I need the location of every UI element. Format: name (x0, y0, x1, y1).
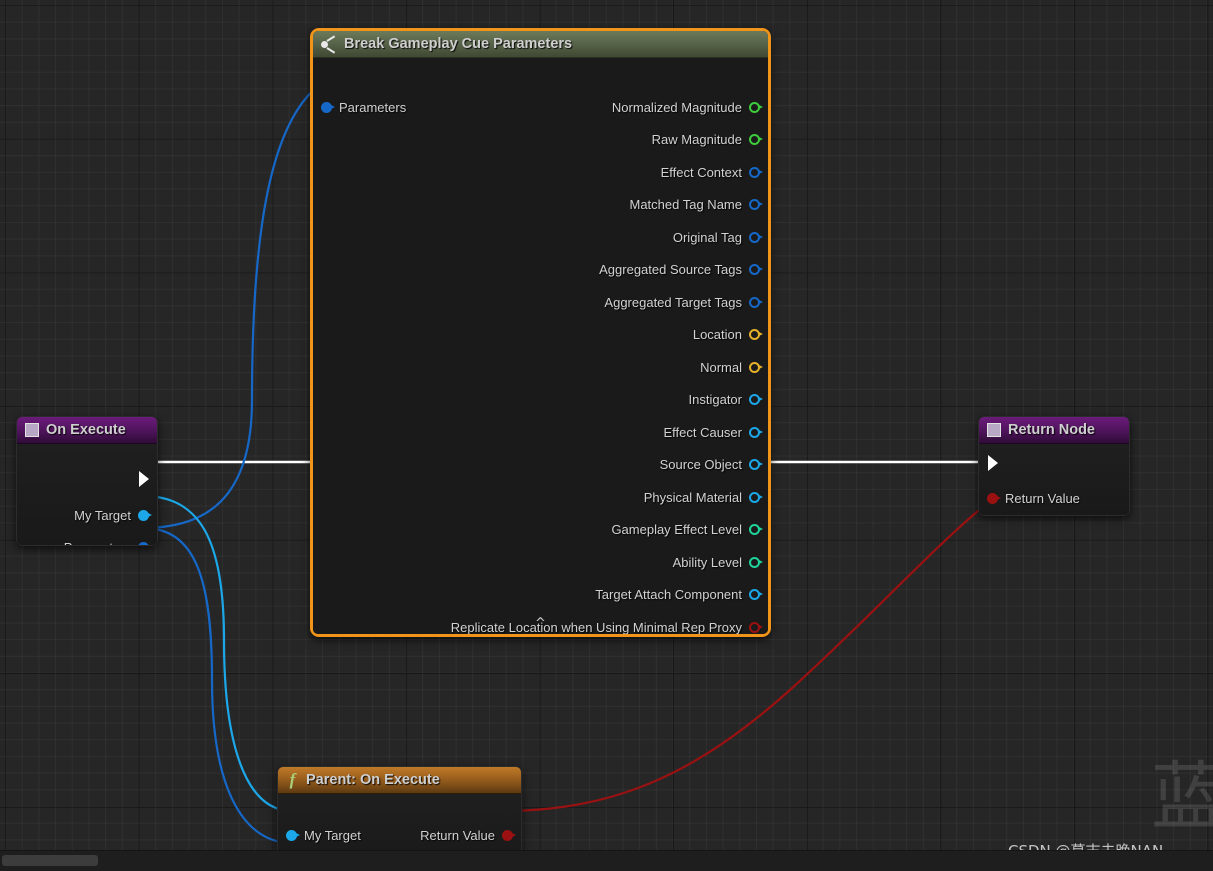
pin-row-aggregated-source-tags[interactable]: Aggregated Source Tags (599, 260, 763, 278)
pin-row-parameters-in[interactable]: Parameters (321, 98, 406, 116)
pin-object-parent-my-target[interactable] (286, 829, 300, 841)
wire-parameters-to-parent (142, 526, 293, 845)
pin-row-effect-context[interactable]: Effect Context (660, 163, 763, 181)
wire-my-target-to-parent (142, 494, 293, 813)
horizontal-scrollbar-track[interactable] (0, 850, 1213, 871)
node-header-on-execute[interactable]: On Execute (17, 417, 157, 444)
pin-label-effect-causer: Effect Causer (663, 424, 742, 440)
pin-object-target-attach-component[interactable] (749, 588, 763, 600)
pin-object-instigator[interactable] (749, 393, 763, 405)
node-header-parent[interactable]: f Parent: On Execute (278, 767, 521, 794)
pin-exec-input[interactable] (985, 455, 1000, 471)
pin-row-return-value-in[interactable]: Return Value (987, 489, 1080, 507)
pin-integer-gameplay-effect-level[interactable] (749, 523, 763, 535)
pin-row-instigator[interactable]: Instigator (688, 390, 763, 408)
node-header-return[interactable]: Return Node (979, 417, 1129, 444)
pin-vector-normal[interactable] (749, 361, 763, 373)
pin-struct-original-tag[interactable] (749, 231, 763, 243)
pin-row-raw-magnitude[interactable]: Raw Magnitude (651, 130, 763, 148)
pin-boolean-return-value[interactable] (987, 492, 1001, 504)
pin-row-aggregated-target-tags[interactable]: Aggregated Target Tags (604, 293, 763, 311)
pin-label-original-tag: Original Tag (672, 229, 742, 245)
pin-boolean-parent-return-value[interactable] (502, 829, 516, 841)
background-watermark: 蓝 (1151, 754, 1213, 840)
pin-row-target-attach-component[interactable]: Target Attach Component (595, 585, 763, 603)
pin-label-my-target: My Target (74, 507, 131, 523)
node-on-execute[interactable]: On Execute My Target Parameters (16, 416, 158, 546)
pin-label-parameters-out: Parameters (64, 540, 131, 546)
pin-row-gameplay-effect-level[interactable]: Gameplay Effect Level (611, 520, 763, 538)
pin-row-my-target[interactable]: My Target (74, 506, 152, 524)
node-return[interactable]: Return Node Return Value (978, 416, 1130, 516)
pin-struct-effect-context[interactable] (749, 166, 763, 178)
node-title-break: Break Gameplay Cue Parameters (344, 36, 573, 52)
pin-row-location[interactable]: Location (692, 325, 763, 343)
pin-struct-parameters[interactable] (321, 101, 335, 113)
pin-integer-ability-level[interactable] (749, 556, 763, 568)
pin-label-raw-magnitude: Raw Magnitude (651, 131, 742, 147)
node-body-return: Return Value (979, 444, 1129, 515)
pin-row-normal[interactable]: Normal (700, 358, 763, 376)
pin-label-normal: Normal (700, 359, 742, 375)
pin-label-replicate-location: Replicate Location when Using Minimal Re… (450, 619, 742, 635)
pin-label-normalized-magnitude: Normalized Magnitude (611, 99, 742, 115)
pin-exec-output[interactable] (136, 471, 151, 487)
pin-label-aggregated-target-tags: Aggregated Target Tags (604, 294, 742, 310)
pin-float-raw-magnitude[interactable] (749, 133, 763, 145)
pin-row-parent-return-value[interactable]: Return Value (420, 826, 516, 844)
pin-row-parameters-out[interactable]: Parameters (64, 538, 152, 546)
pin-row-ability-level[interactable]: Ability Level (672, 553, 763, 571)
node-body-break: Parameters Normalized Magnitude Raw Magn… (313, 58, 768, 634)
node-title-on-execute: On Execute (46, 422, 126, 438)
pin-row-matched-tag-name[interactable]: Matched Tag Name (629, 195, 763, 213)
pin-label-ability-level: Ability Level (672, 554, 742, 570)
pin-object-effect-causer[interactable] (749, 426, 763, 438)
break-struct-icon (321, 35, 338, 54)
pin-row-replicate-location[interactable]: Replicate Location when Using Minimal Re… (450, 618, 763, 635)
chevron-up-icon[interactable]: ^ (533, 617, 549, 630)
pin-label-parent-my-target: My Target (304, 827, 361, 843)
function-icon: f (289, 770, 296, 789)
node-title-parent: Parent: On Execute (306, 772, 440, 788)
pin-vector-location[interactable] (749, 328, 763, 340)
pin-label-return-value: Return Value (1005, 490, 1080, 506)
pin-label-gameplay-effect-level: Gameplay Effect Level (611, 521, 742, 537)
pin-float-normalized-magnitude[interactable] (749, 101, 763, 113)
pin-row-normalized-magnitude[interactable]: Normalized Magnitude (611, 98, 763, 116)
pin-row-original-tag[interactable]: Original Tag (672, 228, 763, 246)
pin-boolean-replicate-location[interactable] (749, 621, 763, 633)
pin-label-source-object: Source Object (659, 456, 742, 472)
pin-object-my-target[interactable] (138, 509, 152, 521)
pin-label-matched-tag-name: Matched Tag Name (629, 196, 743, 212)
pin-struct-aggregated-source-tags[interactable] (749, 263, 763, 275)
pin-label-aggregated-source-tags: Aggregated Source Tags (599, 261, 742, 277)
pin-struct-parameters-out[interactable] (138, 541, 152, 545)
node-break-gameplay-cue-parameters[interactable]: Break Gameplay Cue Parameters Parameters… (310, 28, 771, 637)
event-node-icon (987, 423, 1001, 437)
pin-label-parameters: Parameters (339, 99, 407, 115)
pin-label-target-attach-component: Target Attach Component (595, 586, 742, 602)
pin-label-parent-return-value: Return Value (420, 827, 495, 843)
pin-row-effect-causer[interactable]: Effect Causer (663, 423, 763, 441)
pin-row-parent-my-target[interactable]: My Target (286, 826, 361, 844)
pin-label-instigator: Instigator (688, 391, 742, 407)
pin-label-location: Location (692, 326, 742, 342)
pin-object-source-object[interactable] (749, 458, 763, 470)
pin-row-physical-material[interactable]: Physical Material (643, 488, 763, 506)
wire-parameters-to-break (142, 76, 333, 530)
pin-label-physical-material: Physical Material (643, 489, 742, 505)
pin-label-effect-context: Effect Context (660, 164, 742, 180)
event-node-icon (25, 423, 39, 437)
pin-row-exec-out[interactable] (136, 470, 151, 488)
pin-row-source-object[interactable]: Source Object (659, 455, 763, 473)
horizontal-scrollbar-thumb[interactable] (2, 855, 98, 866)
pin-struct-aggregated-target-tags[interactable] (749, 296, 763, 308)
node-header-break[interactable]: Break Gameplay Cue Parameters (313, 31, 768, 58)
pin-row-exec-in[interactable] (985, 454, 1000, 472)
blueprint-graph-canvas[interactable]: 蓝 Break Gameplay Cue Parameters Paramete… (0, 0, 1213, 871)
pin-struct-matched-tag-name[interactable] (749, 198, 763, 210)
node-body-on-execute: My Target Parameters (17, 444, 157, 545)
pin-object-physical-material[interactable] (749, 491, 763, 503)
node-title-return: Return Node (1008, 422, 1095, 438)
